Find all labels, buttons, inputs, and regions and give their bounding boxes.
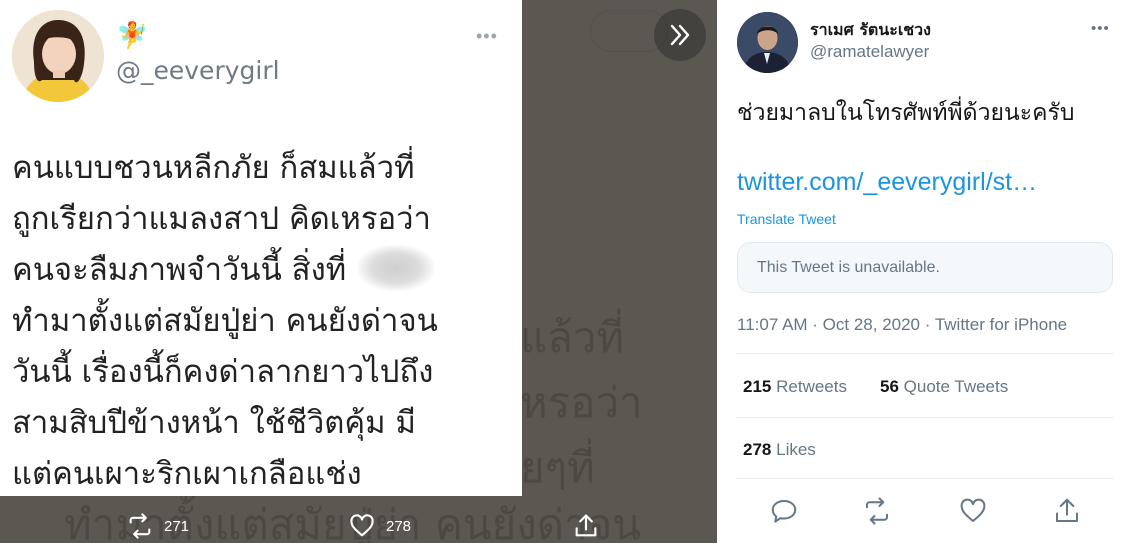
card-line: ทำมาตั้งแต่สมัยปู่ย่า คนยังด่าจน xyxy=(12,303,438,339)
share-action[interactable] xyxy=(572,512,600,540)
tweet-link[interactable]: twitter.com/_eeverygirl/st… xyxy=(737,168,1037,197)
reply-icon xyxy=(771,500,797,523)
retweet-button[interactable] xyxy=(862,496,892,526)
more-icon: ••• xyxy=(476,26,498,46)
fairy-emoji: 🧚 xyxy=(116,20,149,50)
card-line: คนจะลืมภาพจำวันนี้ สิ่งที่ xyxy=(12,252,347,288)
card-line: แต่คนเผาะริกเผาเกลือแช่ง xyxy=(12,456,362,492)
translate-tweet-link[interactable]: Translate Tweet xyxy=(737,211,836,227)
chevron-double-right-icon xyxy=(670,24,690,46)
share-button[interactable] xyxy=(1052,496,1082,526)
card-line: สามสิบปีข้างหน้า ใช้ชีวิตคุ้ม มี xyxy=(12,405,416,441)
likes-stat[interactable]: 278 Likes xyxy=(743,440,816,460)
like-icon xyxy=(350,514,374,537)
retweet-icon xyxy=(866,497,888,525)
blurred-region xyxy=(358,245,434,291)
like-icon xyxy=(960,498,986,522)
share-icon xyxy=(575,514,597,537)
media-viewer-overlay: แล้วที่ หรอว่า ยๆที่ ทำมาตั้งแต่สมัยปู่ย… xyxy=(0,0,717,543)
quote-tweets-count: 56 xyxy=(880,377,899,396)
author-handle[interactable]: @ramatelawyer xyxy=(810,42,929,62)
tweet-detail-panel: ราเมศ รัตนะเชวง @ramatelawyer ••• ช่วยมา… xyxy=(717,0,1130,543)
share-icon xyxy=(1056,498,1078,522)
likes-count: 278 xyxy=(743,440,772,459)
card-line: ถูกเรียกว่าแมลงสาป คิดเหรอว่า xyxy=(12,201,431,237)
tweet-timestamp[interactable]: 11:07 AM · Oct 28, 2020 · Twitter for iP… xyxy=(737,315,1067,335)
more-icon[interactable]: ••• xyxy=(1091,20,1110,37)
quote-tweets-stat[interactable]: 56 Quote Tweets xyxy=(880,377,1008,397)
author-name[interactable]: ราเมศ รัตนะเชวง xyxy=(810,18,931,43)
retweet-action[interactable]: 271 xyxy=(126,512,189,540)
tweet-text: ช่วยมาลบในโทรศัพท์พี่ด้วยนะครับ xyxy=(737,100,1075,126)
quoted-tweet-unavailable: This Tweet is unavailable. xyxy=(737,242,1113,293)
divider xyxy=(737,478,1113,479)
retweets-stat[interactable]: 215 Retweets xyxy=(743,377,847,397)
card-text: คนแบบชวนหลีกภัย ก็สมแล้วที่ ถูกเรียกว่าแ… xyxy=(12,143,512,496)
like-button[interactable] xyxy=(958,496,988,526)
card-avatar xyxy=(12,10,104,102)
like-count: 278 xyxy=(386,517,412,535)
quote-tweets-label: Quote Tweets xyxy=(903,377,1009,396)
divider xyxy=(737,353,1113,354)
avatar[interactable] xyxy=(737,12,798,73)
retweet-icon xyxy=(129,513,151,539)
card-line: วันนี้ เรื่องนี้ก็คงด่าลากยาวไปถึง xyxy=(12,354,434,390)
card-handle: @_eeverygirl xyxy=(116,56,280,85)
like-action[interactable]: 278 xyxy=(348,512,411,540)
reply-button[interactable] xyxy=(769,496,799,526)
card-line: คนแบบชวนหลีกภัย ก็สมแล้วที่ xyxy=(12,150,415,186)
tweet-image[interactable]: 🧚 @_eeverygirl ••• คนแบบชวนหลีกภัย ก็สมแ… xyxy=(0,0,522,496)
next-image-button[interactable] xyxy=(654,9,706,61)
retweet-count: 271 xyxy=(164,517,190,535)
divider xyxy=(737,417,1113,418)
retweets-count: 215 xyxy=(743,377,772,396)
likes-label: Likes xyxy=(776,440,816,459)
ghost-text: หรอว่า xyxy=(520,378,643,427)
retweets-label: Retweets xyxy=(776,377,847,396)
ghost-text: แล้วที่ xyxy=(520,313,625,362)
